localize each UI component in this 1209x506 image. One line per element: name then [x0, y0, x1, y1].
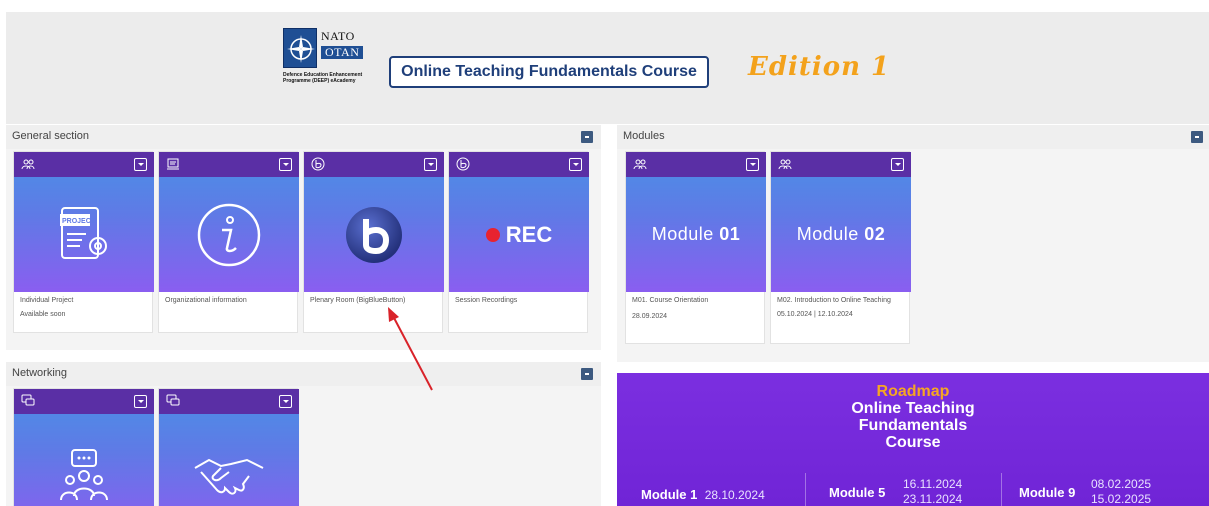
- roadmap-heading: Roadmap: [876, 383, 950, 400]
- bbb-icon: [311, 157, 325, 171]
- networking-collapse-button[interactable]: [581, 368, 593, 380]
- otan-label: OTAN: [321, 46, 364, 59]
- modules-collapse-button[interactable]: [1191, 131, 1203, 143]
- module-word: Module: [796, 224, 865, 244]
- course-card-networking-partners[interactable]: [158, 388, 299, 506]
- chat-icon: [166, 394, 180, 408]
- roadmap-item: Module 5: [829, 485, 889, 500]
- card-menu-button[interactable]: [424, 158, 437, 171]
- roadmap-title-line-1: Online Teaching: [851, 400, 975, 417]
- users-icon: [778, 157, 792, 171]
- chat-icon: [21, 394, 35, 408]
- roadmap-date-2: 23.11.2024: [903, 492, 963, 506]
- module-art-label: Module 02: [797, 224, 886, 245]
- deep-eacademy-label: Defence Education Enhancement Programme …: [283, 72, 363, 84]
- rec-badge: REC: [485, 221, 553, 248]
- edition-label: Edition 1: [748, 52, 891, 82]
- course-title: Online Teaching Fundamentals Course: [389, 56, 709, 88]
- card-date: 05.10.2024 | 12.10.2024: [777, 311, 853, 318]
- project-document-icon: PROJECT: [60, 206, 107, 259]
- rec-label: REC: [505, 221, 553, 247]
- card-menu-button[interactable]: [279, 158, 292, 171]
- group-chat-icon: [60, 449, 108, 501]
- card-title[interactable]: M01. Course Orientation: [626, 292, 764, 306]
- info-icon: [197, 203, 261, 266]
- course-card-module-02[interactable]: Module 02 M02. Introduction to Online Te…: [770, 151, 911, 344]
- users-icon: [21, 157, 35, 171]
- card-menu-button[interactable]: [279, 395, 292, 408]
- roadmap-date-2: 15.02.2025: [1091, 492, 1152, 506]
- card-menu-button[interactable]: [891, 158, 904, 171]
- card-menu-button[interactable]: [746, 158, 759, 171]
- course-card-networking-chat[interactable]: [13, 388, 154, 506]
- card-title[interactable]: Organizational information: [159, 292, 297, 306]
- course-card-organizational-information[interactable]: Organizational information: [158, 151, 299, 333]
- card-title[interactable]: M02. Introduction to Online Teaching: [771, 292, 909, 306]
- modules-section-title: Modules: [623, 130, 665, 142]
- general-section-title: General section: [12, 130, 90, 142]
- roadmap-divider: [805, 473, 806, 506]
- nato-logo: NATO OTAN Defence Education Enhancement …: [283, 28, 373, 120]
- roadmap-date: 08.02.2025: [1091, 477, 1152, 491]
- module-number: 01: [719, 224, 741, 244]
- course-card-individual-project[interactable]: PROJECT Individual Project Available soo…: [13, 151, 154, 333]
- laptop-icon: [166, 157, 180, 171]
- general-collapse-button[interactable]: [581, 131, 593, 143]
- card-menu-button[interactable]: [569, 158, 582, 171]
- nato-label: NATO: [321, 29, 355, 43]
- roadmap-banner[interactable]: Roadmap Online Teaching Fundamentals Cou…: [617, 373, 1209, 506]
- course-card-plenary-room[interactable]: Plenary Room (BigBlueButton): [303, 151, 444, 333]
- card-menu-button[interactable]: [134, 395, 147, 408]
- roadmap-item: Module 9: [1019, 485, 1079, 500]
- module-word: Module: [651, 224, 720, 244]
- handshake-icon: [194, 458, 264, 495]
- roadmap-date: 16.11.2024: [903, 477, 963, 491]
- networking-section-title: Networking: [12, 367, 68, 379]
- course-card-session-recordings[interactable]: REC Session Recordings: [448, 151, 589, 333]
- nato-emblem-icon: [283, 28, 317, 68]
- bigbluebutton-logo: [346, 206, 402, 263]
- users-icon: [633, 157, 647, 171]
- module-number: 02: [864, 224, 886, 244]
- card-title[interactable]: Plenary Room (BigBlueButton): [304, 292, 442, 306]
- svg-text:PROJECT: PROJECT: [62, 218, 96, 225]
- card-date: 28.09.2024: [632, 313, 668, 320]
- roadmap-title-line-2: Fundamentals: [858, 417, 968, 434]
- card-title[interactable]: Individual Project: [14, 292, 152, 306]
- roadmap-item: Module 1 28.10.2024: [641, 487, 765, 502]
- module-art-label: Module 01: [652, 224, 741, 245]
- card-availability: Available soon: [20, 311, 66, 318]
- card-menu-button[interactable]: [134, 158, 147, 171]
- roadmap-date: 28.10.2024: [704, 488, 765, 502]
- card-title[interactable]: Session Recordings: [449, 292, 587, 306]
- course-page: NATO OTAN Defence Education Enhancement …: [0, 0, 1209, 506]
- roadmap-module: Module 1: [641, 487, 698, 502]
- roadmap-module: Module 5: [829, 485, 886, 500]
- roadmap-title-line-3: Course: [885, 434, 941, 451]
- record-dot-icon: [485, 227, 500, 242]
- bbb-icon: [456, 157, 470, 171]
- course-card-module-01[interactable]: Module 01 M01. Course Orientation 28.09.…: [625, 151, 766, 344]
- roadmap-module: Module 9: [1019, 485, 1076, 500]
- roadmap-divider: [1001, 473, 1002, 506]
